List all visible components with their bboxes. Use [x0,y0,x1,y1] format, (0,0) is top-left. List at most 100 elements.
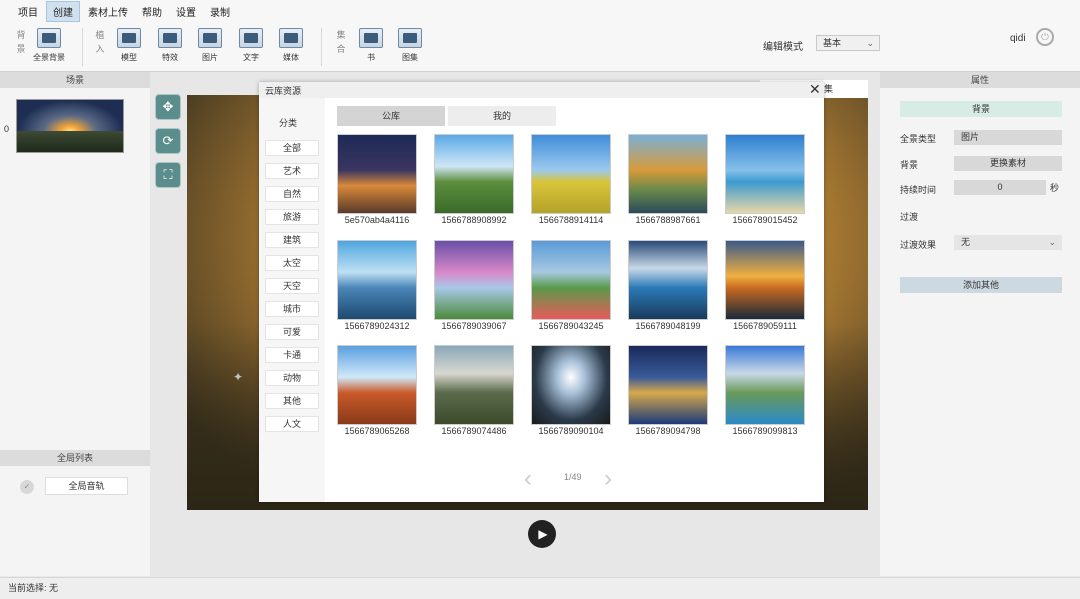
thumbnail-caption: 1566789074486 [441,426,507,436]
properties-panel: 属性 背景 全景类型 图片 背景 更换素材 持续时间 0 秒 过渡 过渡效果 无… [880,72,1080,576]
category-item[interactable]: 人文 [265,416,319,432]
model-icon [117,28,141,48]
thumbnail-image [725,134,805,214]
thumbnail-caption: 1566789039067 [441,321,507,331]
menu-create[interactable]: 创建 [46,0,80,22]
category-header: 分类 [279,118,298,128]
close-icon[interactable]: ✕ [809,81,821,98]
category-item[interactable]: 动物 [265,370,319,386]
thumbnail-item[interactable]: 1566788987661 [628,134,709,227]
thumbnail-caption: 1566789065268 [344,426,410,436]
thumbnail-image [531,134,611,214]
menu-project[interactable]: 项目 [12,2,44,21]
thumbnail-caption: 1566789048199 [635,321,701,331]
thumbnail-item[interactable]: 1566789065268 [337,345,418,438]
properties-header: 属性 [880,72,1080,88]
thumbnail-image [725,240,805,320]
menu-help[interactable]: 帮助 [136,2,168,21]
category-list: 分类 全部 艺术 自然 旅游 建筑 太空 天空 城市 可爱 卡通 动物 其他 人… [259,98,325,502]
global-list-header: 全局列表 [0,450,150,466]
text-button[interactable]: 文字 [239,28,263,63]
chevron-right-icon[interactable]: › [604,465,612,493]
scene-panel-header: 场景 [0,72,150,88]
background-section-header[interactable]: 背景 [900,101,1062,117]
duration-label: 持续时间 [900,185,937,195]
thumbnail-image [337,134,417,214]
fullscreen-tool-icon[interactable]: ⛶ [155,162,181,188]
thumbnail-item[interactable]: 1566789024312 [337,240,418,333]
duration-input[interactable]: 0 [954,180,1046,195]
duration-unit: 秒 [1050,183,1060,193]
tab-public-library[interactable]: 公库 [337,106,445,126]
background-label: 背景 [900,160,919,170]
category-item[interactable]: 太空 [265,255,319,271]
menu-bar: 项目 创建 素材上传 帮助 设置 录制 [0,0,1080,22]
category-item[interactable]: 城市 [265,301,319,317]
thumbnail-item[interactable]: 5e570ab4a4116 [337,134,418,227]
thumbnail-item[interactable]: 1566788914114 [531,134,612,227]
thumbnail-item[interactable]: 1566789090104 [531,345,612,438]
thumbnail-caption: 1566789094798 [635,426,701,436]
model-button[interactable]: 模型 [117,28,141,63]
left-panel: 场景 0 全局列表 ✓ 全局音轨 [0,72,150,576]
scene-thumbnail[interactable] [16,99,124,153]
edit-mode-select[interactable]: 基本 ⌄ [816,35,880,51]
thumbnail-image [434,345,514,425]
category-item[interactable]: 卡通 [265,347,319,363]
power-icon[interactable]: ⏻ [1036,28,1054,46]
thumbnail-item[interactable]: 1566789043245 [531,240,612,333]
move-tool-icon[interactable]: ✥ [155,94,181,120]
category-item[interactable]: 天空 [265,278,319,294]
status-bar: 当前选择: 无 [0,577,1080,599]
replace-material-button[interactable]: 更换素材 [954,156,1062,171]
check-icon[interactable]: ✓ [20,480,34,494]
thumbnail-item[interactable]: 1566789039067 [434,240,515,333]
thumbnail-item[interactable]: 1566789099813 [725,345,806,438]
thumbnail-image [434,240,514,320]
thumbnail-image [434,134,514,214]
category-item[interactable]: 艺术 [265,163,319,179]
album-button[interactable]: 图集 [398,28,422,63]
rotate-tool-icon[interactable]: ⟳ [155,128,181,154]
tab-my-library[interactable]: 我的 [448,106,556,126]
category-item[interactable]: 建筑 [265,232,319,248]
play-icon[interactable]: ▶ [528,520,556,548]
effect-button[interactable]: 特效 [158,28,182,63]
image-icon [198,28,222,48]
current-selection-label: 当前选择: [8,583,47,593]
thumbnail-caption: 1566789043245 [538,321,604,331]
transition-label: 过渡 [900,212,919,222]
image-button[interactable]: 图片 [198,28,222,63]
thumbnail-caption: 1566788908992 [441,215,507,225]
group-label-background: 背景 [16,30,26,54]
thumbnail-item[interactable]: 1566788908992 [434,134,515,227]
thumbnail-item[interactable]: 1566789059111 [725,240,806,333]
global-track-button[interactable]: 全局音轨 [45,477,128,495]
category-item[interactable]: 自然 [265,186,319,202]
menu-upload[interactable]: 素材上传 [82,2,134,21]
menu-record[interactable]: 录制 [204,2,236,21]
category-item[interactable]: 可爱 [265,324,319,340]
book-button[interactable]: 书 [359,28,383,63]
sparkle-icon: ✦ [233,370,244,384]
transition-effect-select[interactable]: 无 ⌄ [954,235,1062,250]
pano-type-field[interactable]: 图片 [954,130,1062,145]
chevron-left-icon[interactable]: ‹ [524,465,532,493]
category-item[interactable]: 其他 [265,393,319,409]
add-other-button[interactable]: 添加其他 [900,277,1062,293]
effect-icon [158,28,182,48]
thumbnail-item[interactable]: 1566789048199 [628,240,709,333]
thumbnail-item[interactable]: 1566789015452 [725,134,806,227]
chevron-down-icon: ⌄ [1048,237,1056,247]
thumbnail-caption: 1566788914114 [538,215,604,225]
menu-settings[interactable]: 设置 [170,2,202,21]
page-indicator: 1/49 [564,472,582,482]
panorama-background-button[interactable]: 全景背景 [33,28,65,63]
category-item[interactable]: 旅游 [265,209,319,225]
thumbnail-item[interactable]: 1566789074486 [434,345,515,438]
thumbnail-item[interactable]: 1566789094798 [628,345,709,438]
toolbar-divider [82,28,83,66]
thumbnail-image [337,240,417,320]
category-item[interactable]: 全部 [265,140,319,156]
media-button[interactable]: 媒体 [279,28,303,63]
